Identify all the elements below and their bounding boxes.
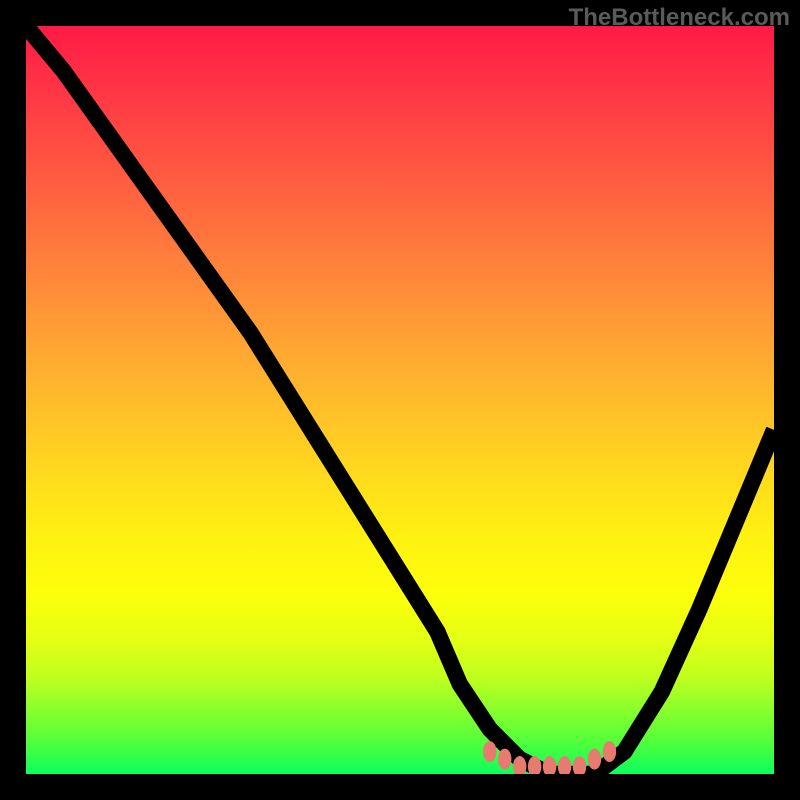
curve-layer (26, 26, 774, 774)
marker-dot (483, 741, 496, 762)
marker-dot (543, 756, 556, 774)
marker-dot (573, 756, 586, 774)
marker-dot (603, 741, 616, 762)
marker-dot (558, 756, 571, 774)
plot-area (26, 26, 774, 774)
watermark-text: TheBottleneck.com (569, 4, 790, 32)
bottleneck-curve (26, 26, 774, 774)
marker-dot (498, 749, 511, 770)
marker-dot (588, 749, 601, 770)
chart-frame: TheBottleneck.com (0, 0, 800, 800)
